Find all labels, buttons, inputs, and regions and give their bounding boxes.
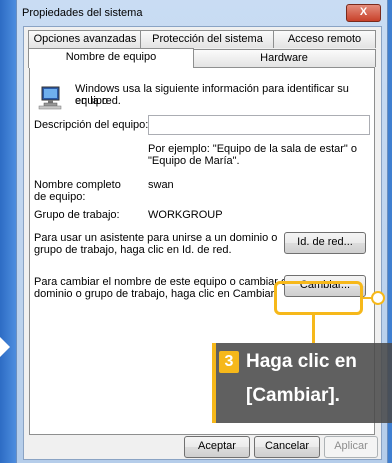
tab-system-protection[interactable]: Protección del sistema — [140, 30, 275, 48]
computer-icon — [38, 86, 62, 110]
fullname-label-2: de equipo: — [34, 191, 86, 203]
workgroup-label: Grupo de trabajo: — [34, 209, 120, 221]
rename-text-2: dominio o grupo de trabajo, haga clic en… — [34, 288, 277, 300]
cancel-button[interactable]: Cancelar — [254, 436, 320, 458]
apply-button[interactable]: Aplicar — [324, 436, 378, 458]
tab-remote-access[interactable]: Acceso remoto — [273, 30, 376, 48]
workgroup-value: WORKGROUP — [148, 209, 223, 221]
window-title: Propiedades del sistema — [22, 7, 143, 19]
ok-button[interactable]: Aceptar — [184, 436, 250, 458]
description-label: Descripción del equipo: — [34, 119, 149, 131]
step-number-badge: 3 — [219, 351, 239, 373]
tab-computer-name[interactable]: Nombre de equipo — [28, 48, 194, 68]
tab-hardware[interactable]: Hardware — [192, 49, 376, 67]
title-bar[interactable]: Propiedades del sistema X — [17, 0, 387, 26]
pointer-arrow — [0, 337, 10, 357]
example-line-1: Por ejemplo: "Equipo de la sala de estar… — [148, 143, 357, 155]
example-line-2: "Equipo de María". — [148, 155, 240, 167]
tab-advanced-options[interactable]: Opciones avanzadas — [28, 30, 142, 48]
rename-text-1: Para cambiar el nombre de este equipo o … — [34, 276, 290, 288]
fullname-value: swan — [148, 179, 174, 191]
highlight-stem — [312, 315, 315, 343]
domain-text-1: Para usar un asistente para unirse a un … — [34, 232, 278, 244]
callout-line-1: Haga clic en — [246, 351, 357, 372]
highlight-dot — [371, 291, 385, 305]
instruction-callout: 3 Haga clic en [Cambiar]. — [212, 343, 392, 423]
callout-line-2: [Cambiar]. — [246, 385, 340, 406]
change-button-highlight — [274, 281, 363, 315]
description-input[interactable] — [148, 115, 370, 135]
network-id-button[interactable]: Id. de red... — [284, 232, 366, 254]
intro-line-2: en la red. — [75, 95, 121, 107]
close-button[interactable]: X — [346, 4, 381, 22]
fullname-label-1: Nombre completo — [34, 179, 121, 191]
domain-text-2: grupo de trabajo, haga clic en Id. de re… — [34, 244, 232, 256]
desktop-background — [0, 0, 16, 463]
